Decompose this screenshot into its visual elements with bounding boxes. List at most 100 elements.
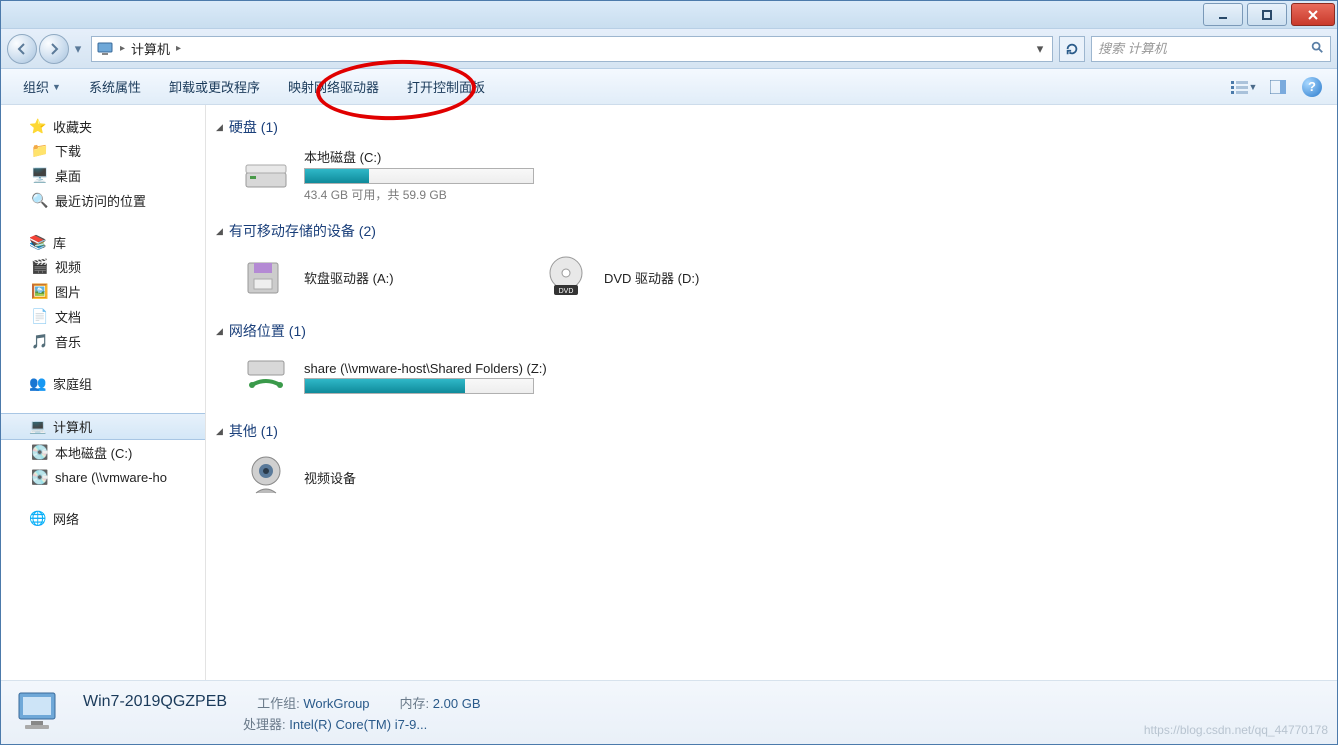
breadcrumb-item[interactable]: 计算机 xyxy=(131,39,170,58)
document-icon: 📄 xyxy=(31,308,49,326)
sidebar-computer-head[interactable]: 💻 计算机 xyxy=(1,413,205,440)
navbar: ▾ ▸ 计算机 ▸ ▾ xyxy=(1,29,1337,69)
sidebar-computer: 💻 计算机 💽 本地磁盘 (C:) 💽 share (\\vmware-ho xyxy=(1,413,205,489)
recent-icon: 🔍 xyxy=(31,192,49,210)
star-icon: ⭐ xyxy=(29,118,47,136)
back-button[interactable] xyxy=(7,34,37,64)
webcam-icon xyxy=(240,451,292,503)
close-button[interactable] xyxy=(1291,3,1335,26)
sidebar-item-share-z[interactable]: 💽 share (\\vmware-ho xyxy=(1,465,205,489)
cpu-label: 处理器: xyxy=(243,717,286,732)
map-drive-label: 映射网络驱动器 xyxy=(288,77,379,96)
open-cpl-label: 打开控制面板 xyxy=(407,77,485,96)
drive-free-text: 43.4 GB 可用，共 59.9 GB xyxy=(304,186,534,203)
drive-local-c[interactable]: 本地磁盘 (C:) 43.4 GB 可用，共 59.9 GB xyxy=(234,143,554,207)
map-network-drive-button[interactable]: 映射网络驱动器 xyxy=(274,73,393,101)
svg-text:DVD: DVD xyxy=(559,288,574,295)
floppy-icon xyxy=(240,251,292,303)
category-label: 其他 (1) xyxy=(229,421,278,441)
change-view-button[interactable]: ▼ xyxy=(1227,73,1261,101)
breadcrumb-sep-icon: ▸ xyxy=(176,43,181,54)
device-camera[interactable]: 视频设备 xyxy=(234,447,494,507)
sidebar-favorites: ⭐ 收藏夹 📁 下载 🖥️ 桌面 🔍 最近访问的位置 xyxy=(1,115,205,213)
sidebar-network-head[interactable]: 🌐 网络 xyxy=(1,507,205,530)
nav-buttons: ▾ xyxy=(7,34,85,64)
category-other-header[interactable]: ◢ 其他 (1) xyxy=(216,415,1327,447)
help-button[interactable]: ? xyxy=(1295,73,1329,101)
preview-pane-button[interactable] xyxy=(1261,73,1295,101)
collapse-icon: ◢ xyxy=(216,426,223,437)
sidebar-item-label: 桌面 xyxy=(55,166,81,185)
sidebar-item-videos[interactable]: 🎬 视频 xyxy=(1,254,205,279)
sidebar-item-recent[interactable]: 🔍 最近访问的位置 xyxy=(1,188,205,213)
network-icon: 🌐 xyxy=(29,510,47,528)
sidebar-favorites-head[interactable]: ⭐ 收藏夹 xyxy=(1,115,205,138)
category-hdd-header[interactable]: ◢ 硬盘 (1) xyxy=(216,111,1327,143)
body: ⭐ 收藏夹 📁 下载 🖥️ 桌面 🔍 最近访问的位置 xyxy=(1,105,1337,680)
collapse-icon: ◢ xyxy=(216,122,223,133)
memory-value: 2.00 GB xyxy=(433,696,481,711)
sidebar-homegroup: 👥 家庭组 xyxy=(1,372,205,395)
sidebar-item-music[interactable]: 🎵 音乐 xyxy=(1,329,205,354)
search-icon xyxy=(1310,40,1324,57)
sidebar-item-label: 文档 xyxy=(55,307,81,326)
sidebar: ⭐ 收藏夹 📁 下载 🖥️ 桌面 🔍 最近访问的位置 xyxy=(1,105,206,680)
sidebar-item-downloads[interactable]: 📁 下载 xyxy=(1,138,205,163)
video-icon: 🎬 xyxy=(31,258,49,276)
homegroup-icon: 👥 xyxy=(29,375,47,393)
collapse-icon: ◢ xyxy=(216,326,223,337)
open-control-panel-button[interactable]: 打开控制面板 xyxy=(393,73,499,101)
hdd-icon xyxy=(240,149,292,201)
titlebar xyxy=(1,1,1337,29)
drive-name: 本地磁盘 (C:) xyxy=(304,147,534,166)
sidebar-item-label: share (\\vmware-ho xyxy=(55,470,167,485)
sidebar-item-desktop[interactable]: 🖥️ 桌面 xyxy=(1,163,205,188)
uninstall-program-button[interactable]: 卸载或更改程序 xyxy=(155,73,274,101)
address-dropdown[interactable]: ▾ xyxy=(1032,41,1048,57)
drive-name: share (\\vmware-host\Shared Folders) (Z:… xyxy=(304,361,547,376)
network-label: 网络 xyxy=(53,509,79,528)
sidebar-item-label: 视频 xyxy=(55,257,81,276)
nav-history-dropdown[interactable]: ▾ xyxy=(71,34,85,64)
sidebar-item-documents[interactable]: 📄 文档 xyxy=(1,304,205,329)
usage-bar xyxy=(304,168,534,184)
category-removable-header[interactable]: ◢ 有可移动存储的设备 (2) xyxy=(216,215,1327,247)
sidebar-item-local-disk-c[interactable]: 💽 本地磁盘 (C:) xyxy=(1,440,205,465)
drive-name: 软盘驱动器 (A:) xyxy=(304,268,394,287)
pane-icon xyxy=(1270,80,1286,94)
minimize-icon xyxy=(1217,9,1229,21)
address-bar[interactable]: ▸ 计算机 ▸ ▾ xyxy=(91,36,1053,62)
details-title: Win7-2019QGZPEB xyxy=(83,693,227,712)
category-removable-items: 软盘驱动器 (A:) DVD DVD 驱动器 (D:) xyxy=(216,247,1327,307)
system-properties-button[interactable]: 系统属性 xyxy=(75,73,155,101)
sidebar-homegroup-head[interactable]: 👥 家庭组 xyxy=(1,372,205,395)
homegroup-label: 家庭组 xyxy=(53,374,92,393)
drive-floppy-a[interactable]: 软盘驱动器 (A:) xyxy=(234,247,494,307)
drive-share-z[interactable]: share (\\vmware-host\Shared Folders) (Z:… xyxy=(234,347,554,407)
refresh-button[interactable] xyxy=(1059,36,1085,62)
uninstall-label: 卸载或更改程序 xyxy=(169,77,260,96)
sidebar-item-pictures[interactable]: 🖼️ 图片 xyxy=(1,279,205,304)
organize-button[interactable]: 组织 ▼ xyxy=(9,73,75,101)
category-label: 硬盘 (1) xyxy=(229,117,278,137)
search-box[interactable] xyxy=(1091,36,1331,62)
category-network-header[interactable]: ◢ 网络位置 (1) xyxy=(216,315,1327,347)
chevron-down-icon: ▼ xyxy=(1249,82,1258,92)
window-controls xyxy=(1201,1,1337,28)
forward-button[interactable] xyxy=(39,34,69,64)
category-network-items: share (\\vmware-host\Shared Folders) (Z:… xyxy=(216,347,1327,407)
music-icon: 🎵 xyxy=(31,333,49,351)
maximize-button[interactable] xyxy=(1247,3,1287,26)
category-hdd-items: 本地磁盘 (C:) 43.4 GB 可用，共 59.9 GB xyxy=(216,143,1327,207)
computer-icon: 💻 xyxy=(29,418,47,436)
details-pane: Win7-2019QGZPEB 工作组: WorkGroup 内存: 2.00 … xyxy=(1,680,1337,744)
drive-dvd-d[interactable]: DVD DVD 驱动器 (D:) xyxy=(534,247,794,307)
toolbar: 组织 ▼ 系统属性 卸载或更改程序 映射网络驱动器 打开控制面板 ▼ ? xyxy=(1,69,1337,105)
view-icon xyxy=(1231,80,1249,94)
content-area: ◢ 硬盘 (1) 本地磁盘 (C:) 43.4 GB 可用，共 59.9 GB xyxy=(206,105,1337,680)
minimize-button[interactable] xyxy=(1203,3,1243,26)
sidebar-libraries-head[interactable]: 📚 库 xyxy=(1,231,205,254)
search-input[interactable] xyxy=(1098,41,1310,56)
sidebar-item-label: 图片 xyxy=(55,282,81,301)
category-label: 网络位置 (1) xyxy=(229,321,306,341)
